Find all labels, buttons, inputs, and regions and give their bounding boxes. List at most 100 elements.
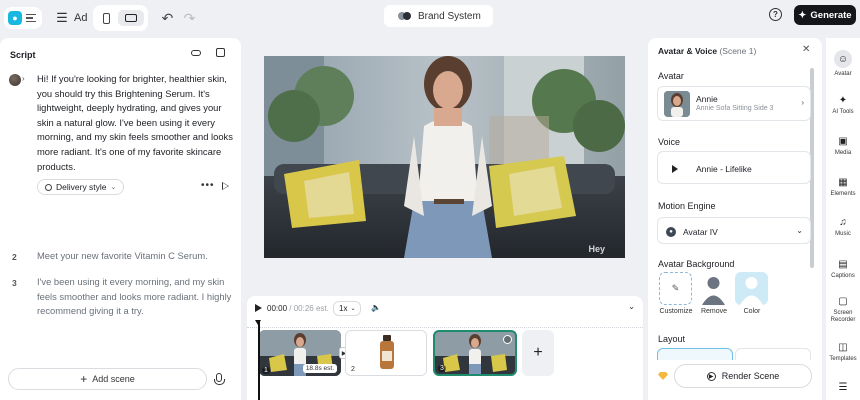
estimated-time: / 00:26 est. — [289, 304, 329, 313]
voice-selector[interactable]: Annie - Lifelike — [657, 151, 811, 184]
brand-label: Brand System — [418, 10, 481, 22]
add-scene-button[interactable]: + Add scene — [8, 368, 207, 390]
avatar-look: Annie Sofa Sitting Side 3 — [696, 105, 774, 112]
timeline-ruler[interactable] — [247, 320, 643, 328]
rail-item-elements[interactable]: ▦ Elements — [826, 176, 860, 198]
rail-label: Elements — [830, 191, 856, 197]
app-switcher[interactable]: ● — [4, 7, 42, 29]
collapse-icon[interactable]: ⌄ — [628, 302, 635, 311]
rail-item-ai-tools[interactable]: ✦ AI Tools — [826, 94, 860, 116]
landscape-icon — [125, 14, 138, 22]
portrait-icon[interactable] — [103, 12, 111, 24]
rail-item-captions[interactable]: ▤ Captions — [826, 258, 860, 280]
clip-duration: 18.8s est. — [302, 364, 337, 373]
image-icon: ▣ — [838, 135, 848, 147]
toggle-icon[interactable] — [191, 50, 201, 56]
rail-item-avatar[interactable]: ☺ Avatar — [826, 50, 860, 78]
generate-button[interactable]: ✦ Generate — [794, 5, 856, 25]
remove-background-button[interactable] — [697, 272, 730, 305]
voice-play-icon[interactable] — [672, 165, 678, 173]
clip-number: 3 — [438, 365, 446, 372]
rail-item-music[interactable]: ♫ Music — [826, 216, 860, 238]
timeline-clip[interactable]: 1 18.8s est. — [259, 330, 341, 376]
more-options-icon[interactable]: ••• — [201, 180, 215, 191]
menu-icon[interactable]: ☰ — [52, 8, 72, 28]
render-icon: ▶ — [706, 371, 716, 381]
rail-item-layers[interactable]: ☰ — [826, 381, 860, 393]
scene-avatar[interactable] — [9, 74, 21, 86]
list-view-icon[interactable] — [24, 11, 38, 25]
timeline-clip-selected[interactable]: 3 — [433, 330, 517, 376]
avatar-name: Annie — [696, 94, 718, 104]
add-scene-label: Add scene — [92, 374, 135, 384]
chevron-down-icon: ⌄ — [350, 306, 356, 312]
chevron-down-icon: ⌄ — [796, 226, 803, 235]
scene-3-script[interactable]: I've been using it every morning, and my… — [37, 275, 235, 319]
motion-engine-select[interactable]: ● Avatar IV ⌄ — [657, 217, 811, 244]
rail-label: Avatar — [834, 71, 852, 77]
render-scene-label: Render Scene — [721, 371, 780, 381]
clock-icon — [45, 183, 52, 191]
voice-section-label: Voice — [658, 137, 681, 147]
close-icon[interactable]: ✕ — [802, 44, 810, 55]
current-time: 00:00 — [267, 304, 288, 313]
brand-system-button[interactable]: Brand System — [384, 5, 493, 27]
rail-item-templates[interactable]: ◫ Templates — [826, 341, 860, 363]
sparkle-icon: ✦ — [838, 94, 848, 106]
scene-1-script[interactable]: Hi! If you're looking for brighter, heal… — [37, 72, 235, 174]
rail-item-screen-recorder[interactable]: ▢ Screen Recorder — [826, 295, 860, 324]
sparkle-icon: ✦ — [798, 9, 807, 21]
person-silhouette-icon — [740, 277, 763, 305]
color-background-button[interactable] — [735, 272, 768, 305]
clip-number: 1 — [262, 367, 270, 374]
render-scene-button[interactable]: ▶ Render Scene — [674, 364, 812, 388]
avatar-icon: ☺ — [834, 50, 852, 68]
play-scene-icon[interactable] — [222, 182, 229, 190]
help-icon[interactable]: ? — [769, 8, 782, 21]
toolbar-left: ● ☰ Ad ↶ ↷ — [4, 5, 200, 31]
play-icon[interactable] — [255, 304, 262, 312]
scene-number: 2 — [12, 252, 17, 262]
redo-icon[interactable]: ↷ — [178, 10, 200, 27]
music-icon: ♫ — [839, 216, 847, 228]
rail-item-media[interactable]: ▣ Media — [826, 135, 860, 157]
video-preview[interactable]: Hey — [264, 56, 625, 258]
speed-select[interactable]: 1x ⌄ — [333, 301, 362, 316]
top-toolbar: ● ☰ Ad ↶ ↷ Brand System ? ✦ Generate — [0, 0, 860, 33]
layers-icon: ☰ — [838, 381, 848, 393]
timeline-clip[interactable]: 2 — [345, 330, 427, 376]
watermark: Hey — [588, 244, 605, 254]
generate-label: Generate — [810, 9, 852, 21]
delivery-style-button[interactable]: Delivery style ⌄ — [37, 179, 125, 195]
panel-scene-ref: (Scene 1) — [719, 46, 757, 56]
landscape-option[interactable] — [118, 10, 145, 26]
avatar-thumbnail — [664, 91, 690, 117]
avatar-selector[interactable]: Annie Annie Sofa Sitting Side 3 › — [657, 86, 811, 121]
chevron-down-icon: ⌄ — [110, 184, 117, 191]
panel-title-text: Avatar & Voice — [658, 46, 718, 56]
clip-number: 2 — [351, 366, 355, 373]
app-logo-icon[interactable]: ● — [8, 11, 22, 25]
person-silhouette-icon — [702, 277, 725, 305]
microphone-icon[interactable] — [214, 373, 225, 385]
tools-rail: ☺ Avatar ✦ AI Tools ▣ Media ▦ Elements ♫… — [826, 38, 860, 400]
speed-value: 1x — [339, 304, 348, 313]
volume-icon[interactable]: 🔈 — [371, 303, 381, 312]
undo-icon[interactable]: ↶ — [156, 10, 178, 27]
scene-2-script[interactable]: Meet your new favorite Vitamin C Serum. — [37, 249, 235, 264]
scene-number: 3 — [12, 278, 17, 288]
delivery-style-label: Delivery style — [56, 182, 107, 192]
playhead[interactable] — [255, 320, 261, 400]
clip-check-icon — [503, 335, 512, 344]
aspect-ratio-switcher — [93, 5, 149, 31]
brand-icon — [398, 12, 412, 20]
script-panel: Script › Hi! If you're looking for brigh… — [0, 38, 241, 400]
ad-label[interactable]: Ad — [74, 12, 87, 24]
rail-label: Templates — [829, 356, 857, 362]
customize-background-button[interactable]: ✎ — [659, 272, 692, 305]
script-settings-icon[interactable] — [216, 48, 225, 57]
color-label: Color — [743, 308, 761, 315]
add-clip-button[interactable]: + — [522, 330, 554, 376]
chevron-right-icon[interactable]: › — [22, 74, 25, 83]
engine-icon: ● — [666, 227, 676, 237]
